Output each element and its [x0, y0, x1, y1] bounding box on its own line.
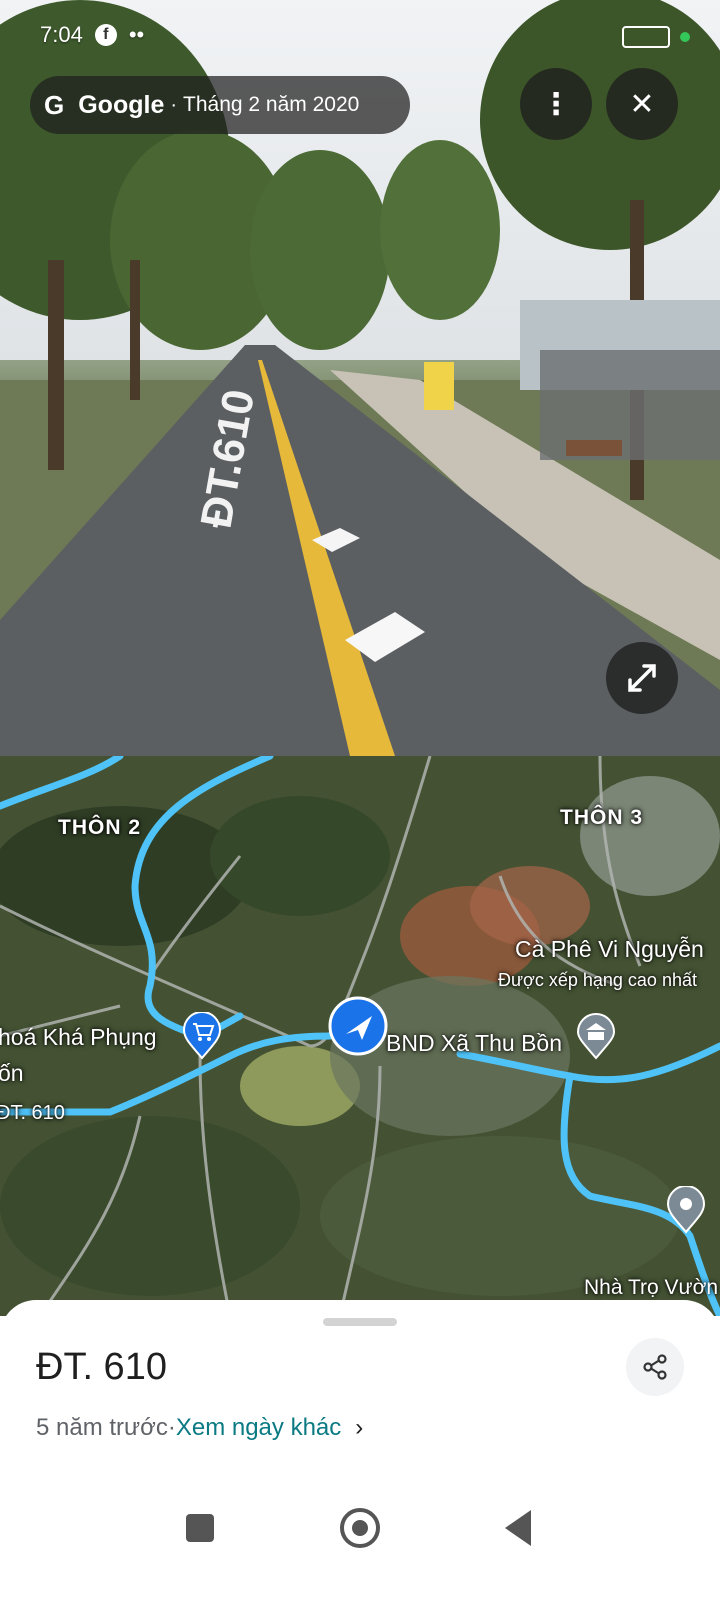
imagery-header: G Google · Tháng 2 năm 2020: [30, 76, 410, 134]
see-other-dates-link[interactable]: Xem ngày khác: [176, 1414, 341, 1442]
battery-icon: [622, 26, 670, 48]
map-label-cafe-rating: Được xếp hạng cao nhất: [498, 970, 697, 990]
map-label-road: ĐT. 610: [0, 1102, 65, 1124]
more-options-button[interactable]: ⋮: [520, 68, 592, 140]
government-building-marker[interactable]: [574, 1012, 618, 1060]
share-button[interactable]: [626, 1338, 684, 1396]
place-title: ĐT. 610: [36, 1346, 167, 1388]
more-vert-icon: ⋮: [541, 87, 571, 121]
map-label-shop-line2: ốn: [0, 1060, 24, 1086]
home-button[interactable]: [340, 1508, 380, 1548]
back-button[interactable]: [505, 1510, 531, 1546]
sheet-drag-handle[interactable]: [323, 1318, 397, 1326]
header-separator: ·: [170, 93, 178, 116]
expand-icon: [628, 664, 656, 692]
age-separator: ·: [167, 1414, 176, 1441]
map-label-thon3[interactable]: THÔN 3: [560, 806, 643, 830]
brand-name: Google: [78, 90, 165, 119]
satellite-map[interactable]: THÔN 2 THÔN 3 Cà Phê Vi Nguyễn Được xếp …: [0, 756, 720, 1316]
map-label-cafe[interactable]: Cà Phê Vi Nguyễn: [515, 936, 704, 963]
shopping-cart-marker[interactable]: [182, 1012, 222, 1060]
map-label-ubnd[interactable]: BND Xã Thu Bồn: [386, 1030, 562, 1057]
status-time: 7:04: [40, 22, 83, 47]
facebook-icon: f: [94, 24, 117, 46]
shop-sign: [424, 362, 454, 410]
google-g-icon: G: [44, 89, 65, 120]
current-location-marker[interactable]: [328, 996, 388, 1056]
imagery-age: 5 năm trước: [36, 1414, 168, 1441]
imagery-date: Tháng 2 năm 2020: [183, 93, 360, 116]
bench: [566, 440, 622, 456]
fullscreen-button[interactable]: [606, 642, 678, 714]
system-navigation-bar: [0, 1490, 720, 1600]
street-view-panorama[interactable]: ĐT.610 7:04 f •• G Google · Tháng 2 năm …: [0, 0, 720, 756]
share-icon: [643, 1354, 667, 1380]
imagery-age-line: 5 năm trước · Xem ngày khác ›: [36, 1414, 363, 1442]
map-label-thon2[interactable]: THÔN 2: [58, 816, 141, 840]
map-label-shop[interactable]: hoá Khá Phụng: [0, 1024, 157, 1051]
chevron-right-icon[interactable]: ›: [355, 1414, 363, 1442]
close-button[interactable]: ✕: [606, 68, 678, 140]
status-more: ••: [128, 22, 145, 47]
status-bar: 7:04 f ••: [40, 22, 144, 48]
recent-apps-button[interactable]: [186, 1514, 214, 1542]
close-icon: ✕: [629, 87, 655, 121]
place-marker[interactable]: [666, 1186, 706, 1234]
map-label-nhatro[interactable]: Nhà Trọ Vườn: [584, 1276, 718, 1300]
status-icons: [622, 26, 690, 48]
privacy-dot-icon: [680, 32, 690, 42]
